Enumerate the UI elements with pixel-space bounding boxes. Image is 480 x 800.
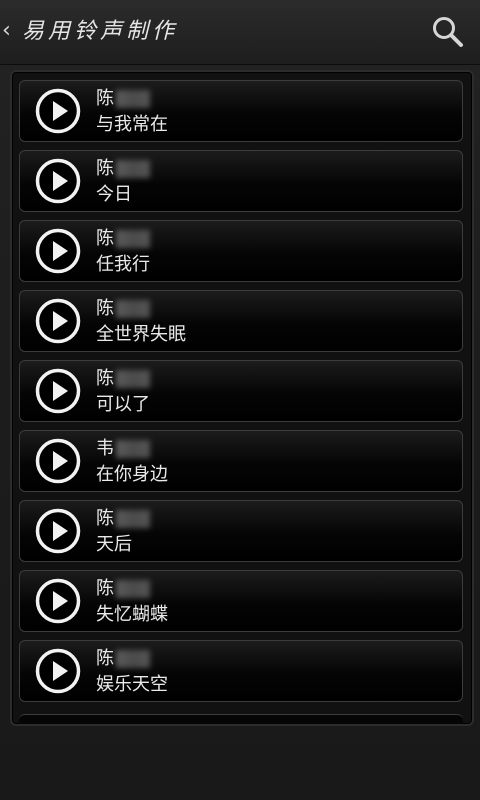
song-list-item[interactable]: 陈任我行 — [19, 220, 463, 282]
blurred-text — [116, 440, 150, 458]
song-list: 陈与我常在陈今日陈任我行陈全世界失眠陈可以了韦在你身边陈天后陈失忆蝴蝶陈娱乐天空 — [19, 80, 465, 710]
partial-list-item — [19, 714, 463, 724]
blurred-text — [116, 580, 150, 598]
artist-name-text: 陈 — [96, 88, 114, 109]
back-chevron-icon[interactable]: ‹ — [2, 16, 18, 46]
artist-name: 陈 — [96, 88, 150, 110]
song-list-item[interactable]: 陈娱乐天空 — [19, 640, 463, 702]
song-title: 在你身边 — [96, 464, 168, 485]
blurred-text — [116, 650, 150, 668]
song-list-item[interactable]: 陈可以了 — [19, 360, 463, 422]
blurred-text — [116, 90, 150, 108]
song-title: 失忆蝴蝶 — [96, 604, 168, 625]
artist-name-text: 韦 — [96, 438, 114, 459]
play-icon[interactable] — [35, 298, 81, 344]
artist-name: 陈 — [96, 508, 150, 530]
artist-name: 陈 — [96, 368, 150, 390]
screen: ‹ 易用铃声制作 陈与我常在陈今日陈任我行陈全世界失眠陈可以了韦在你身边陈天后陈… — [0, 0, 480, 800]
play-icon[interactable] — [35, 158, 81, 204]
blurred-text — [116, 160, 150, 178]
play-icon[interactable] — [35, 648, 81, 694]
song-title: 全世界失眠 — [96, 324, 186, 345]
play-icon[interactable] — [35, 88, 81, 134]
song-list-item[interactable]: 陈失忆蝴蝶 — [19, 570, 463, 632]
artist-name: 韦 — [96, 438, 150, 460]
artist-name-text: 陈 — [96, 648, 114, 669]
artist-name: 陈 — [96, 648, 150, 670]
play-icon[interactable] — [35, 228, 81, 274]
artist-name-text: 陈 — [96, 228, 114, 249]
artist-name-text: 陈 — [96, 158, 114, 179]
blurred-text — [116, 230, 150, 248]
search-icon[interactable] — [430, 14, 466, 50]
song-title: 娱乐天空 — [96, 674, 168, 695]
blurred-text — [116, 370, 150, 388]
header-bar: ‹ 易用铃声制作 — [0, 0, 480, 65]
blurred-text — [116, 510, 150, 528]
song-list-item[interactable]: 韦在你身边 — [19, 430, 463, 492]
song-title: 可以了 — [96, 394, 150, 415]
song-list-item[interactable]: 陈与我常在 — [19, 80, 463, 142]
song-title: 天后 — [96, 534, 132, 555]
artist-name-text: 陈 — [96, 508, 114, 529]
artist-name-text: 陈 — [96, 578, 114, 599]
song-list-item[interactable]: 陈今日 — [19, 150, 463, 212]
song-title: 任我行 — [96, 254, 150, 275]
artist-name-text: 陈 — [96, 298, 114, 319]
artist-name: 陈 — [96, 578, 150, 600]
artist-name: 陈 — [96, 158, 150, 180]
play-icon[interactable] — [35, 578, 81, 624]
artist-name-text: 陈 — [96, 368, 114, 389]
play-icon[interactable] — [35, 508, 81, 554]
play-icon[interactable] — [35, 368, 81, 414]
song-list-item[interactable]: 陈全世界失眠 — [19, 290, 463, 352]
play-icon[interactable] — [35, 438, 81, 484]
artist-name: 陈 — [96, 228, 150, 250]
app-title: 易用铃声制作 — [22, 19, 179, 44]
song-list-panel: 陈与我常在陈今日陈任我行陈全世界失眠陈可以了韦在你身边陈天后陈失忆蝴蝶陈娱乐天空 — [10, 70, 474, 726]
song-title: 今日 — [96, 184, 132, 205]
artist-name: 陈 — [96, 298, 150, 320]
song-title: 与我常在 — [96, 114, 168, 135]
song-list-item[interactable]: 陈天后 — [19, 500, 463, 562]
blurred-text — [116, 300, 150, 318]
